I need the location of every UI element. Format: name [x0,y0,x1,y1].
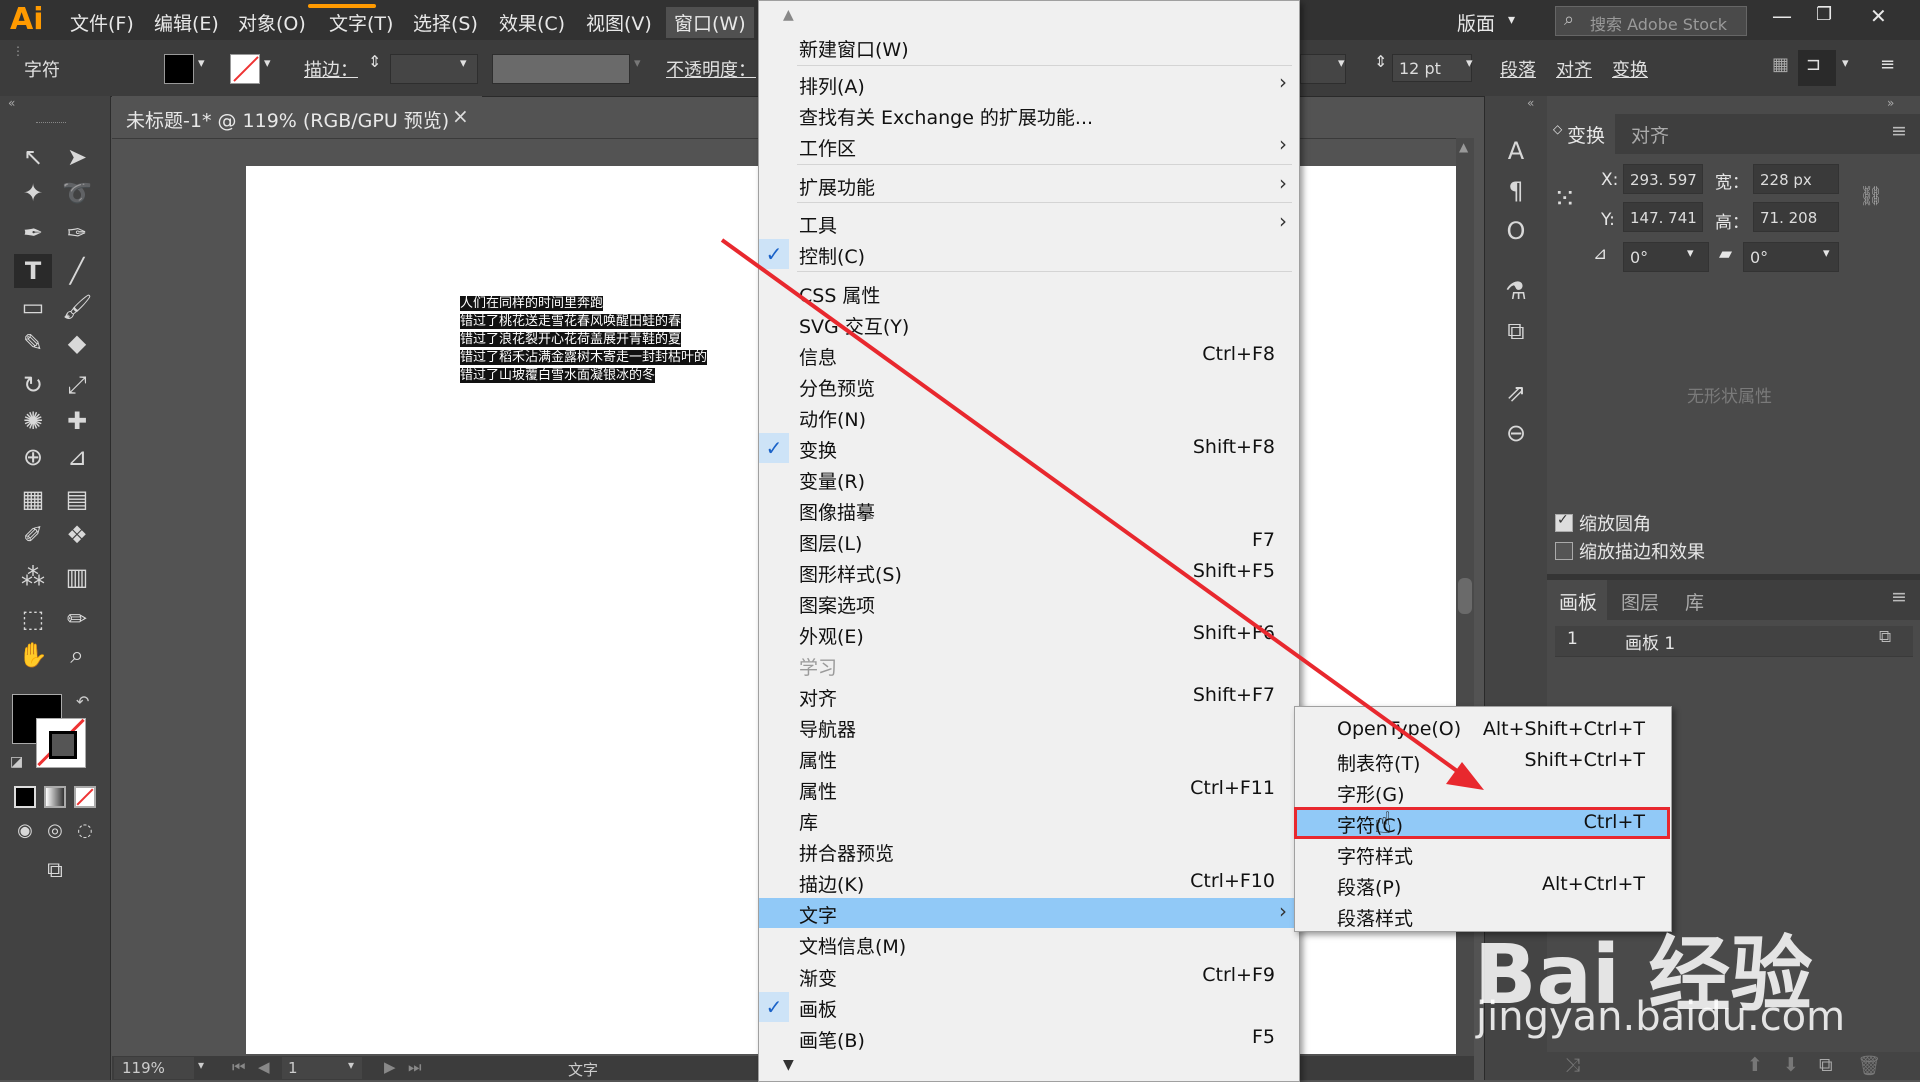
watermark-url: jingyan.baidu.com [1476,994,1846,1040]
annotation-arrow-line [720,238,1466,778]
hand-cursor-icon: ☝ [1374,806,1393,841]
